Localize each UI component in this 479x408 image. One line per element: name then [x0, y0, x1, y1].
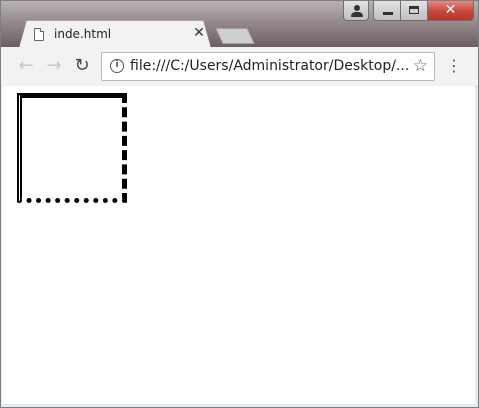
browser-window: inde.html ✕ ✕ ← → ↻ i file:///C:/Users/A…	[0, 0, 479, 408]
forward-arrow-icon[interactable]: →	[43, 55, 65, 77]
back-arrow-icon[interactable]: ←	[15, 55, 37, 77]
page-viewport	[2, 86, 475, 404]
minimize-button[interactable]	[373, 1, 401, 21]
tab-inde[interactable]: inde.html ✕	[19, 20, 211, 48]
browser-toolbar: ← → ↻ i file:///C:/Users/Administrator/D…	[1, 47, 478, 87]
maximize-button[interactable]	[401, 1, 428, 21]
bordered-box	[17, 93, 127, 203]
new-tab-button[interactable]	[215, 28, 255, 44]
user-icon	[354, 5, 360, 11]
url-text[interactable]: file:///C:/Users/Administrator/Desktop/.…	[130, 58, 409, 74]
info-icon[interactable]: i	[110, 59, 124, 73]
tab-strip: inde.html ✕ ✕	[1, 1, 478, 47]
bookmark-star-icon[interactable]: ☆	[413, 56, 428, 76]
reload-icon[interactable]: ↻	[71, 55, 93, 77]
tab-close-icon[interactable]: ✕	[192, 25, 206, 41]
menu-icon[interactable]: ⋮	[445, 56, 463, 76]
user-profile-button[interactable]	[343, 1, 369, 21]
file-icon	[34, 28, 44, 41]
minimize-icon	[383, 12, 393, 15]
maximize-icon	[409, 6, 419, 14]
tab-title: inde.html	[54, 27, 112, 41]
close-icon: ✕	[444, 2, 457, 18]
user-icon-body	[351, 12, 363, 17]
close-window-button[interactable]: ✕	[428, 1, 474, 21]
address-bar[interactable]: i file:///C:/Users/Administrator/Desktop…	[101, 52, 435, 81]
